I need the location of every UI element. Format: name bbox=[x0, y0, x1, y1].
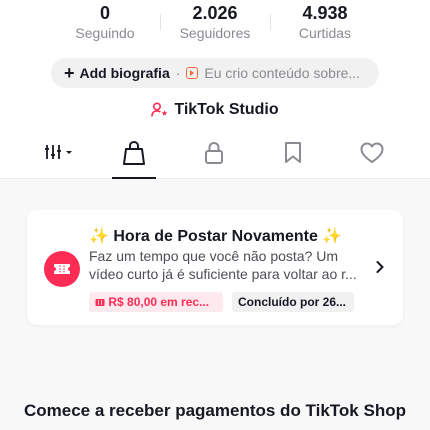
card-title: ✨ Hora de Postar Novamente ✨ bbox=[89, 228, 343, 245]
add-bio-button[interactable]: + Add biografia · Eu crio conteúdo sobre… bbox=[51, 58, 379, 88]
tiktok-studio-link[interactable]: TikTok Studio bbox=[0, 101, 430, 119]
stat-followers-value: 2.026 bbox=[192, 3, 238, 23]
tab-saved[interactable] bbox=[263, 140, 323, 178]
filters-icon bbox=[45, 145, 72, 159]
shopping-bag-icon bbox=[123, 140, 145, 165]
plus-icon: + bbox=[64, 63, 75, 83]
profile-tabs bbox=[0, 140, 430, 179]
reward-ticket-icon bbox=[95, 299, 105, 306]
add-bio-label: Add biografia bbox=[79, 65, 170, 81]
bookmark-icon bbox=[285, 142, 301, 163]
post-again-card[interactable]: ✨ Hora de Postar Novamente ✨ Faz um temp… bbox=[27, 210, 403, 325]
tab-liked[interactable] bbox=[342, 140, 402, 178]
video-play-icon bbox=[186, 67, 199, 79]
card-description: Faz um tempo que você não posta? Um víde… bbox=[89, 248, 357, 282]
stat-likes[interactable]: 4.938 Curtidas bbox=[270, 2, 380, 42]
creator-star-icon bbox=[151, 102, 168, 117]
ticket-icon bbox=[44, 251, 80, 287]
lock-icon bbox=[205, 141, 223, 164]
chevron-right-icon[interactable] bbox=[375, 260, 385, 279]
reward-chip-label: R$ 80,00 em rec... bbox=[108, 295, 210, 309]
shop-heading: Comece a receber pagamentos do TikTok Sh… bbox=[24, 401, 406, 420]
heart-icon bbox=[360, 142, 384, 163]
stats-row: 0 Seguindo 2.026 Seguidores 4.938 Curtid… bbox=[0, 0, 430, 46]
stat-followers[interactable]: 2.026 Seguidores bbox=[160, 2, 270, 42]
stat-followers-label: Seguidores bbox=[179, 25, 251, 41]
stat-following-value: 0 bbox=[99, 3, 110, 23]
tab-private[interactable] bbox=[184, 140, 244, 178]
completed-chip: Concluído por 26... bbox=[232, 292, 354, 312]
reward-chip: R$ 80,00 em rec... bbox=[89, 292, 223, 312]
tab-videos[interactable] bbox=[30, 140, 90, 178]
bio-separator: · bbox=[175, 65, 181, 81]
stat-likes-value: 4.938 bbox=[302, 3, 348, 23]
stat-following-label: Seguindo bbox=[75, 25, 135, 41]
profile-header: 0 Seguindo 2.026 Seguidores 4.938 Curtid… bbox=[0, 0, 430, 179]
tab-shop[interactable] bbox=[110, 140, 158, 179]
completed-chip-label: Concluído por 26... bbox=[238, 295, 347, 309]
tiktok-studio-label: TikTok Studio bbox=[174, 101, 279, 118]
stat-likes-label: Curtidas bbox=[298, 25, 352, 41]
stat-following[interactable]: 0 Seguindo bbox=[50, 2, 160, 42]
bio-hint: Eu crio conteúdo sobre... bbox=[204, 65, 361, 81]
